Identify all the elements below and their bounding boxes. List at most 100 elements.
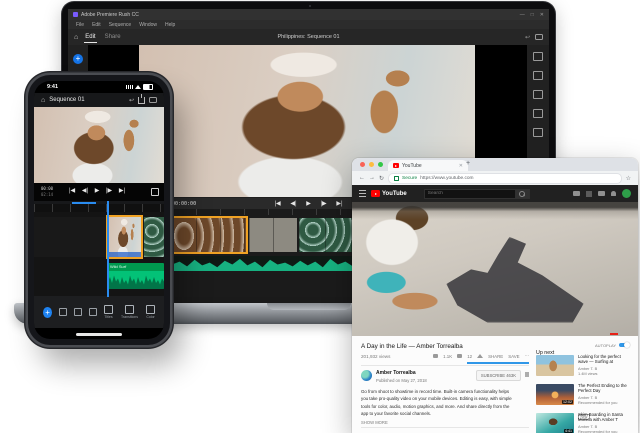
playhead[interactable] (171, 209, 173, 305)
maximize-button[interactable]: □ (531, 12, 534, 18)
menu-help[interactable]: Help (165, 22, 175, 28)
zoom-window-button[interactable] (378, 162, 383, 167)
phone-transport-bar: 00:00 02:14 |◀ ◀| ▶ |▶ ▶| (34, 183, 164, 201)
go-to-end-button[interactable]: ▶| (336, 201, 342, 207)
close-button[interactable]: ✕ (540, 12, 544, 18)
step-back-button[interactable]: ◀| (82, 188, 88, 194)
menu-window[interactable]: Window (139, 22, 157, 28)
feedback-bubble-icon[interactable] (535, 34, 543, 41)
add-media-button[interactable]: + (73, 54, 83, 64)
minimize-window-button[interactable] (369, 162, 374, 167)
menu-sequence[interactable]: Sequence (109, 22, 132, 28)
video-thumbnail[interactable]: 4:41 (536, 413, 574, 433)
up-next-item[interactable]: 4:41 Skim Boarding in Santa Monica with … (536, 412, 631, 433)
share-button[interactable]: SHARE (488, 354, 503, 359)
transitions-tool[interactable]: Transitions (121, 305, 138, 320)
feedback-bubble-icon[interactable] (149, 97, 157, 104)
timeline-clip-selected[interactable] (172, 218, 246, 252)
timeline-clip[interactable] (249, 218, 297, 252)
go-to-start-button[interactable]: |◀ (69, 188, 75, 194)
upload-video-icon[interactable] (573, 191, 580, 196)
close-window-button[interactable] (360, 162, 365, 167)
go-to-start-button[interactable]: |◀ (274, 201, 280, 207)
channel-avatar[interactable] (361, 370, 372, 381)
reload-button[interactable]: ↻ (379, 175, 384, 182)
step-forward-button[interactable]: |▶ (320, 201, 326, 207)
phone-scrub-bar[interactable] (34, 201, 164, 204)
video-thumbnail[interactable]: 12:02 (536, 384, 574, 405)
menu-edit[interactable]: Edit (92, 22, 101, 28)
add-media-button[interactable]: + (43, 307, 52, 318)
phone-timeline-ruler[interactable] (34, 204, 164, 212)
phone-bottom-toolbar: + Titles Transitions Color (34, 296, 164, 328)
autoplay-toggle[interactable] (619, 343, 629, 347)
save-button[interactable]: SAVE (508, 354, 519, 359)
phone-preview-video[interactable] (34, 107, 164, 183)
tab-close-icon[interactable]: ✕ (459, 163, 463, 169)
phone-sequence-title: Sequence 01 (49, 97, 84, 103)
menu-file[interactable]: File (76, 22, 84, 28)
home-indicator[interactable] (76, 333, 122, 336)
share-icon[interactable] (138, 97, 145, 104)
step-back-button[interactable]: ◀| (290, 201, 296, 207)
notification-flag-icon[interactable] (525, 372, 529, 377)
youtube-video-player[interactable] (352, 202, 638, 336)
titles-tool[interactable]: Titles (104, 305, 113, 320)
mixer-icon[interactable] (89, 308, 97, 316)
youtube-logo[interactable]: YouTube (371, 190, 407, 197)
video-thumbnail[interactable] (536, 355, 574, 376)
subscribe-button[interactable]: SUBSCRIBE 463K (476, 370, 521, 381)
speed-panel-icon[interactable] (533, 128, 543, 137)
channel-name[interactable]: Amber Torrealba (376, 370, 416, 376)
forward-button[interactable]: → (369, 175, 375, 181)
new-tab-button[interactable]: + (466, 160, 470, 167)
playhead[interactable] (107, 201, 109, 297)
minimize-button[interactable]: — (520, 12, 525, 18)
account-avatar[interactable] (622, 189, 631, 198)
fullscreen-icon[interactable] (151, 188, 159, 196)
media-icon[interactable] (59, 308, 67, 316)
like-count[interactable]: 1.1K (443, 354, 452, 359)
more-actions-icon[interactable]: ⋯ (525, 353, 529, 359)
tracks-icon[interactable] (74, 308, 82, 316)
color-panel-icon[interactable] (533, 90, 543, 99)
dislike-count[interactable]: 12 (467, 354, 472, 359)
undo-icon[interactable]: ↩ (129, 97, 134, 104)
search-button[interactable] (515, 189, 530, 199)
phone-audio-clip[interactable]: Wild Surf (108, 263, 164, 289)
undo-icon[interactable]: ↩ (525, 34, 530, 41)
cell-signal-icon (126, 85, 133, 89)
phone-clip[interactable] (144, 217, 164, 257)
step-forward-button[interactable]: |▶ (106, 188, 112, 194)
back-button[interactable]: ← (359, 175, 365, 181)
like-icon[interactable] (433, 354, 438, 358)
video-description: Go from shoot to showtime in record time… (361, 388, 513, 417)
play-button[interactable]: ▶ (95, 188, 100, 194)
browser-tab[interactable]: YouTube ✕ (388, 160, 468, 171)
tab-edit[interactable]: Edit (84, 32, 96, 43)
share-icon[interactable] (477, 354, 483, 358)
messages-icon[interactable] (598, 191, 605, 196)
search-input[interactable] (424, 189, 515, 199)
play-button[interactable]: ▶ (306, 201, 311, 207)
graphics-panel-icon[interactable] (533, 52, 543, 61)
phone-clip-selected[interactable] (108, 217, 141, 257)
guide-menu-icon[interactable] (359, 190, 366, 197)
tab-share[interactable]: Share (105, 34, 121, 40)
go-to-end-button[interactable]: ▶| (119, 188, 125, 194)
home-icon[interactable]: ⌂ (74, 34, 78, 41)
url-field[interactable]: Secure https://www.youtube.com (388, 173, 622, 184)
up-next-item[interactable]: 12:02 The Perfect Ending to the Perfect … (536, 383, 631, 411)
audio-panel-icon[interactable] (533, 109, 543, 118)
dislike-icon[interactable] (457, 354, 462, 358)
notifications-bell-icon[interactable] (611, 191, 616, 196)
youtube-favicon (393, 163, 399, 168)
show-more-button[interactable]: SHOW MORE (361, 420, 529, 425)
up-next-item[interactable]: Looking for the perfect wave — Surfing a… (536, 354, 631, 382)
apps-grid-icon[interactable] (586, 191, 592, 197)
color-tool[interactable]: Color (146, 305, 155, 320)
home-icon[interactable]: ⌂ (41, 97, 45, 104)
bookmark-star-icon[interactable]: ☆ (626, 175, 631, 182)
transitions-panel-icon[interactable] (533, 71, 543, 80)
divider (361, 365, 529, 366)
